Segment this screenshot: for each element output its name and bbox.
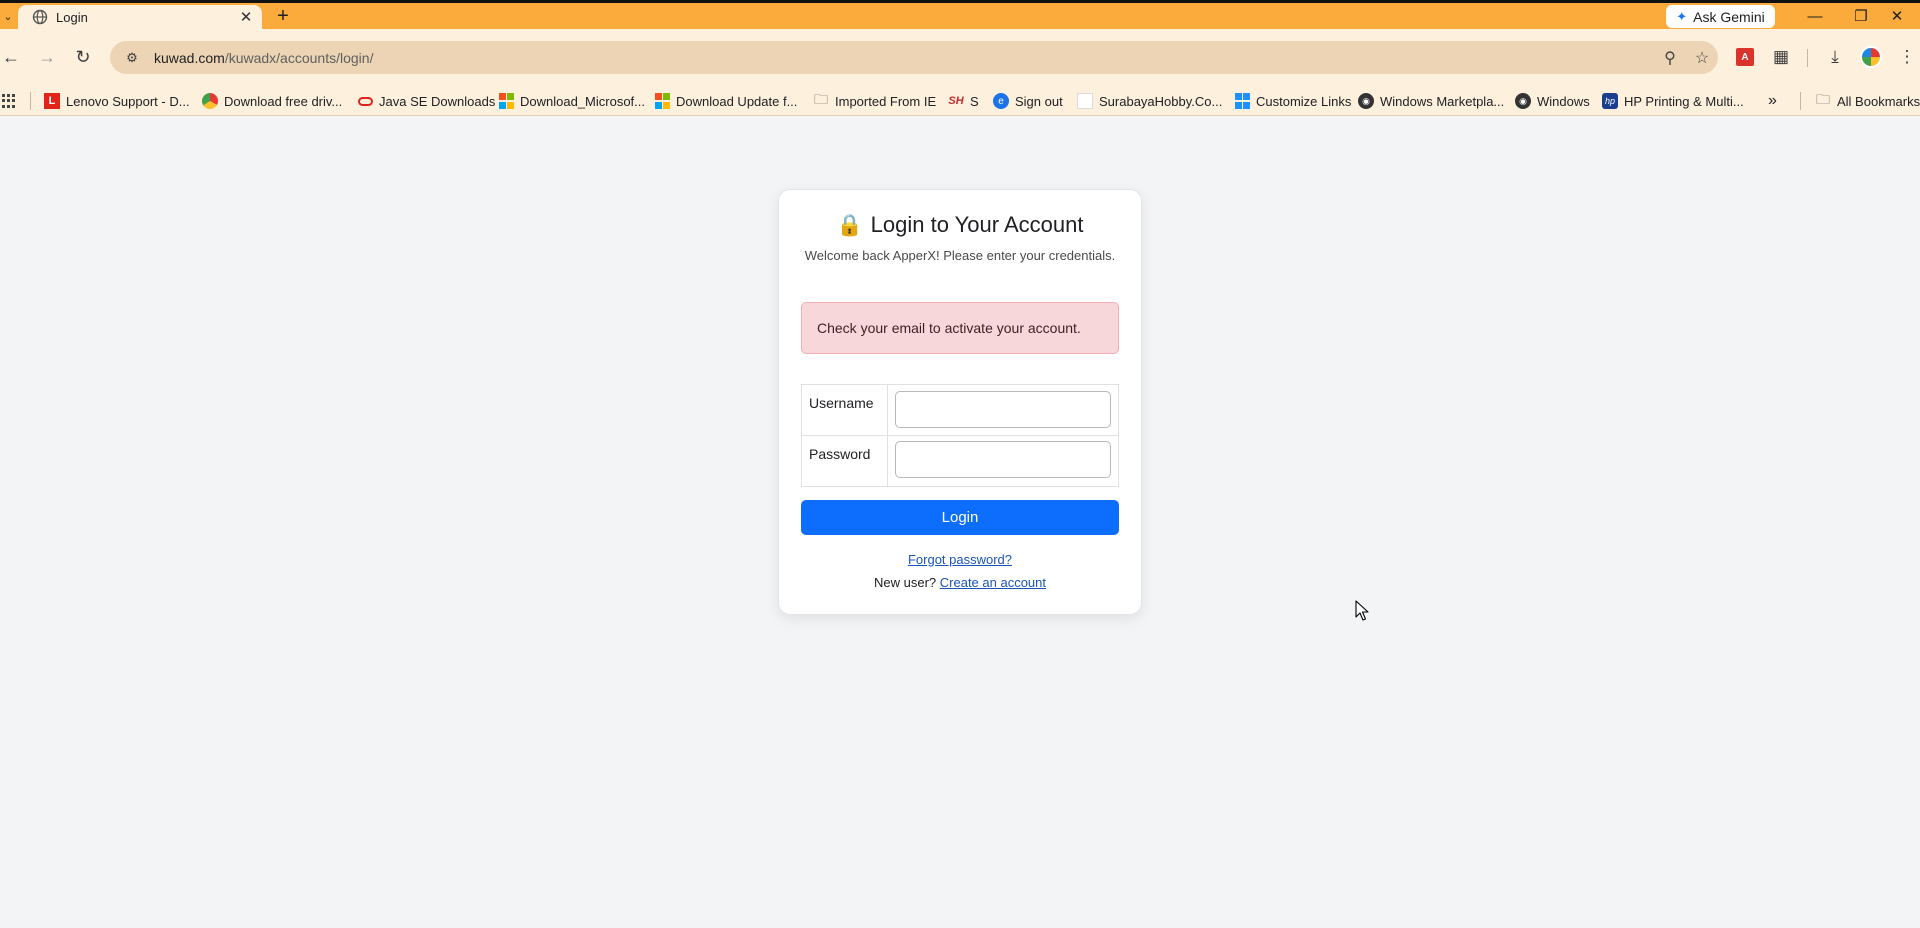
ask-gemini-label: Ask Gemini [1693,8,1765,25]
zoom-icon[interactable]: ⚲ [1654,48,1686,68]
address-bar[interactable]: ⚙ kuwad.com/kuwadx/accounts/login/ ⚲ ☆ [110,41,1718,74]
close-window-icon[interactable]: ✕ [1874,3,1920,29]
password-input[interactable] [895,441,1111,478]
bookmark-download-drivers[interactable]: Download free driv... [202,92,342,110]
login-button[interactable]: Login [801,500,1119,535]
page-subtitle: Welcome back ApperX! Please enter your c… [804,248,1116,263]
microsoft-logo-icon [654,93,670,109]
page-title: 🔒 Login to Your Account [836,212,1084,237]
bookmark-lenovo[interactable]: L Lenovo Support - D... [44,92,190,110]
sh-logo-icon: SH [948,95,964,107]
apps-grid-icon[interactable] [2,92,16,110]
chrome-logo-icon [202,93,218,109]
tab-title: Login [56,9,88,25]
downloads-icon[interactable]: ⤓ [1820,42,1850,72]
globe-dark-icon: ◉ [1515,93,1531,109]
folder-icon: 🗀 [1816,91,1830,107]
activation-alert: Check your email to activate your accoun… [801,302,1119,354]
bookmark-hp-printing[interactable]: hp HP Printing & Multi... [1602,92,1744,110]
tab-search-chevron-icon[interactable]: ⌄ [0,3,16,29]
back-arrow-icon[interactable]: ← [0,42,26,72]
site-info-icon[interactable]: ⚙ [118,50,146,66]
pdf-extension-icon[interactable]: A [1730,42,1760,72]
bookmark-windows-marketplace[interactable]: ◉ Windows Marketpla... [1358,92,1504,110]
bookmark-download-update[interactable]: Download Update f... [654,92,797,110]
username-label: Username [801,384,888,436]
reload-icon[interactable]: ↻ [68,42,98,72]
bookmark-java-se[interactable]: Java SE Downloads [357,92,495,110]
gemini-spark-icon: ✦ [1676,8,1688,24]
close-tab-icon[interactable]: ✕ [238,8,254,26]
all-bookmarks-folder[interactable]: 🗀 All Bookmarks [1815,91,1920,110]
create-account-link[interactable]: Create an account [940,575,1046,590]
username-input[interactable] [895,391,1111,428]
bookmark-windows[interactable]: ◉ Windows [1515,92,1590,110]
lock-icon: 🔒 [836,214,863,237]
signup-row: New user? Create an account [779,575,1141,590]
minimize-icon[interactable]: — [1792,3,1838,29]
hp-logo-icon: hp [1602,93,1618,109]
login-card: 🔒 Login to Your Account Welcome back Appe… [778,189,1142,615]
more-bookmarks-chevron-icon[interactable]: » [1768,92,1777,110]
lenovo-icon: L [44,93,60,109]
bookmark-sign-out[interactable]: e Sign out [993,92,1063,110]
menu-kebab-icon[interactable]: ⋮ [1892,42,1920,72]
extensions-puzzle-icon[interactable]: ▦ [1766,42,1796,72]
bookmark-surabayahobby[interactable]: SurabayaHobby.Co... [1077,92,1222,110]
new-user-text: New user? [874,575,937,590]
tab-login[interactable]: Login ✕ [18,5,262,29]
bookmark-s[interactable]: SH S [948,92,978,110]
bookmark-folder-imported-ie[interactable]: 🗀 Imported From IE [813,91,936,110]
windows-logo-icon [1234,93,1250,109]
folder-icon: 🗀 [814,91,828,107]
oracle-icon [357,93,373,109]
bookmark-star-icon[interactable]: ☆ [1686,48,1718,68]
mouse-pointer-icon [1355,600,1369,621]
password-label: Password [801,435,888,487]
tab-strip: ⌄ Login ✕ + ✦ Ask Gemini — ❐ ✕ [0,0,1920,29]
bookmark-download-microsoft[interactable]: Download_Microsof... [498,92,645,110]
browser-toolbar: ← → ↻ ⚙ kuwad.com/kuwadx/accounts/login/… [0,29,1920,86]
edge-e-icon: e [993,93,1009,109]
ask-gemini-button[interactable]: ✦ Ask Gemini [1666,5,1775,28]
profile-avatar-icon[interactable] [1856,42,1886,72]
forgot-password-row: Forgot password? [779,552,1141,567]
forgot-password-link[interactable]: Forgot password? [908,552,1012,567]
microsoft-logo-icon [498,93,514,109]
url-text[interactable]: kuwad.com/kuwadx/accounts/login/ [154,50,1654,66]
forward-arrow-icon[interactable]: → [32,42,62,72]
login-form-table: Username Password [801,384,1119,487]
globe-dark-icon: ◉ [1358,93,1374,109]
bookmarks-bar: L Lenovo Support - D... Download free dr… [0,86,1920,116]
new-tab-plus-icon[interactable]: + [272,5,294,27]
bookmark-customize-links[interactable]: Customize Links [1234,92,1351,110]
blank-page-icon [1077,93,1093,109]
globe-icon [32,9,48,25]
